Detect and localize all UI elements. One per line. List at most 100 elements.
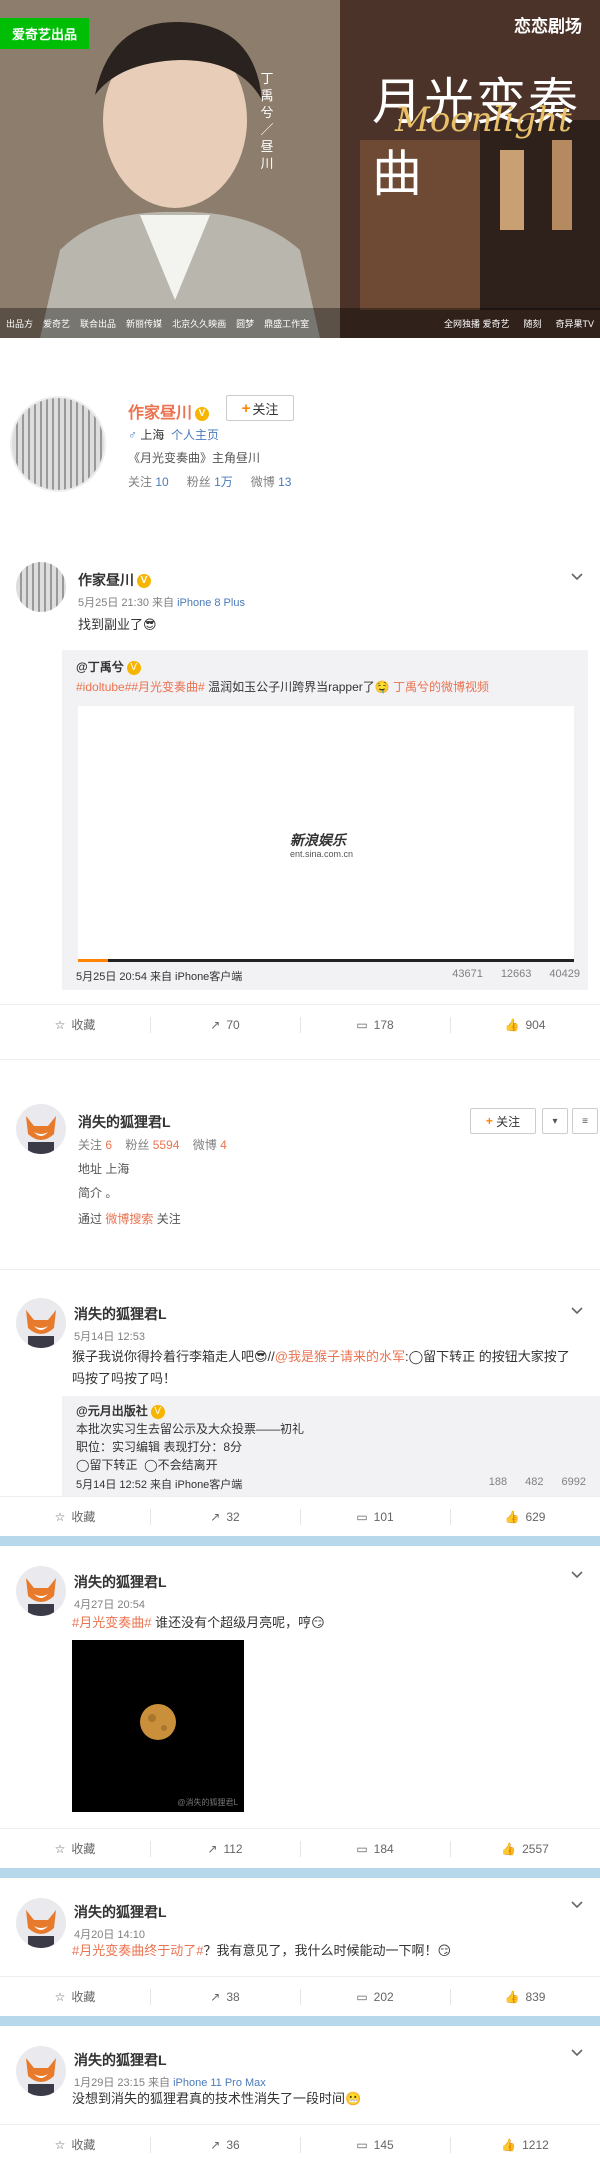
- comment-icon: ▭: [356, 1509, 368, 1524]
- comment-button[interactable]: ▭ 202: [300, 1977, 450, 2016]
- comment-button[interactable]: ▭ 184: [300, 1829, 450, 1868]
- like-button[interactable]: 👍 629: [450, 1497, 600, 1536]
- like-button[interactable]: 👍 839: [450, 1977, 600, 2016]
- avatar[interactable]: [16, 2046, 66, 2096]
- menu-icon[interactable]: ≡: [572, 1108, 598, 1134]
- verified-icon: V: [126, 660, 141, 675]
- chevron-down-icon[interactable]: [570, 570, 584, 584]
- favorite-button[interactable]: ☆ 收藏: [0, 1005, 150, 1044]
- star-icon: ☆: [54, 1989, 66, 2004]
- video-watermark: 新浪娱乐: [290, 832, 346, 848]
- homepage-link[interactable]: 个人主页: [171, 428, 219, 442]
- star-icon: ☆: [54, 2137, 66, 2152]
- like-button[interactable]: 👍 2557: [450, 1829, 600, 1868]
- share-icon: ↗: [210, 2137, 221, 2152]
- repost-options: ◯留下转正 ◯不会结离开: [76, 1458, 218, 1472]
- share-icon: ↗: [210, 1989, 221, 2004]
- stat-fans[interactable]: 粉丝 1万: [187, 473, 233, 490]
- action-bar: ☆ 收藏 ↗ 70 ▭ 178 👍 904: [0, 1004, 600, 1044]
- repost-block[interactable]: @丁禹兮 V #idoltube##月光变奏曲# 温润如玉公子川跨界当rapper…: [62, 650, 588, 990]
- follow-button[interactable]: + 关注: [470, 1108, 536, 1134]
- thumb-icon: 👍: [501, 1841, 517, 1856]
- favorite-button[interactable]: ☆ 收藏: [0, 1497, 150, 1536]
- favorite-button[interactable]: ☆ 收藏: [0, 2125, 150, 2164]
- avatar[interactable]: [16, 562, 66, 612]
- repost-meta: 5月14日 12:52 来自 iPhone客户端: [76, 1479, 243, 1491]
- stat-weibo[interactable]: 微博 13: [251, 473, 292, 490]
- share-icon: ↗: [210, 1017, 221, 1032]
- credits-bar: 出品方 爱奇艺 联合出品 新丽传媒 北京久久映画 圆梦 鼎盛工作室 全网独播 爱…: [0, 308, 600, 338]
- video-progress[interactable]: [78, 959, 574, 962]
- thumb-icon: 👍: [504, 1989, 520, 2004]
- comment-button[interactable]: ▭ 101: [300, 1497, 450, 1536]
- follow-button[interactable]: + 关注: [226, 395, 294, 421]
- repost-button[interactable]: ↗ 32: [150, 1497, 300, 1536]
- like-button[interactable]: 👍 1212: [450, 2125, 600, 2164]
- repost-button[interactable]: ↗ 38: [150, 1977, 300, 2016]
- repost-button[interactable]: ↗ 36: [150, 2125, 300, 2164]
- repost-meta: 5月25日 20:54 来自 iPhone客户端: [76, 971, 243, 983]
- weibo-post: 作家昼川 V 5月25日 21:30 来自 iPhone 8 Plus 找到副业了…: [0, 528, 600, 1060]
- repost-line: 本批次实习生去留公示及大众投票——初礼: [76, 1422, 305, 1436]
- post-text: 猴子我说你得拎着行李箱走人吧😎//@我是猴子请来的水军:◯留下转正 的按钮大家按…: [72, 1349, 570, 1386]
- favorite-button[interactable]: ☆ 收藏: [0, 1977, 150, 2016]
- character-name: 丁禹兮／昼川: [260, 71, 274, 171]
- weibo-post: 消失的狐狸君L 4月20日 14:10 #月光变奏曲终于动了#？我有意见了，我什…: [0, 1878, 600, 2026]
- post-meta: 5月14日 12:53: [74, 1331, 145, 1343]
- verified-icon: V: [150, 1404, 165, 1419]
- weibo-post: 消失的狐狸君L 1月29日 23:15 来自 iPhone 11 Pro Max…: [0, 2026, 600, 2168]
- like-button[interactable]: 👍 904: [450, 1005, 600, 1044]
- profile-intro: 《月光变奏曲》主角昼川: [128, 451, 261, 465]
- comment-button[interactable]: ▭ 145: [300, 2125, 450, 2164]
- comment-icon: ▭: [356, 2137, 368, 2152]
- avatar[interactable]: [16, 1298, 66, 1348]
- post-image[interactable]: @消失的狐狸君L: [72, 1640, 244, 1812]
- repost-text: #idoltube##月光变奏曲# 温润如玉公子川跨界当rapper了🤤 丁禹兮…: [76, 680, 490, 694]
- profile-name[interactable]: 消失的狐狸君L: [78, 1112, 171, 1132]
- chevron-down-icon[interactable]: [570, 1898, 584, 1912]
- repost-author[interactable]: @元月出版社: [76, 1404, 148, 1418]
- post-author[interactable]: 消失的狐狸君L: [74, 2050, 167, 2070]
- location: ♂ 上海 个人主页: [128, 428, 220, 442]
- comment-icon: ▭: [356, 1841, 368, 1856]
- favorite-button[interactable]: ☆ 收藏: [0, 1829, 150, 1868]
- repost-button[interactable]: ↗ 112: [150, 1829, 300, 1868]
- action-bar: ☆ 收藏 ↗ 38 ▭ 202 👍 839: [0, 1976, 600, 2016]
- moon-image: [140, 1704, 176, 1740]
- avatar[interactable]: [16, 1898, 66, 1948]
- video-watermark-sub: ent.sina.com.cn: [290, 849, 354, 859]
- verified-icon: V: [137, 574, 151, 589]
- post-text: 找到副业了😎: [78, 617, 157, 632]
- drama-banner: 爱奇艺出品 恋恋剧场 丁禹兮／昼川 月光变奏曲 Moonlight 出品方 爱奇…: [0, 0, 600, 338]
- separator: [0, 1536, 600, 1546]
- repost-button[interactable]: ↗ 70: [150, 1005, 300, 1044]
- profile-stats: 关注 6 粉丝 5594 微博 4: [78, 1138, 227, 1152]
- avatar[interactable]: [16, 1566, 66, 1616]
- post-author[interactable]: 消失的狐狸君L: [74, 1572, 167, 1592]
- iqiyi-badge: 爱奇艺出品: [0, 18, 90, 49]
- avatar[interactable]: [16, 1104, 66, 1154]
- profile-name[interactable]: 作家昼川 V: [128, 399, 210, 423]
- separator: [0, 2016, 600, 2026]
- post-author[interactable]: 作家昼川 V: [78, 570, 151, 590]
- comment-icon: ▭: [356, 1989, 368, 2004]
- share-icon: ↗: [210, 1509, 221, 1524]
- repost-block[interactable]: @元月出版社 V 本批次实习生去留公示及大众投票——初礼 职位：实习编辑 表现打分…: [62, 1396, 600, 1496]
- post-author[interactable]: 消失的狐狸君L: [74, 1304, 167, 1324]
- stat-follow[interactable]: 关注 10: [128, 473, 169, 490]
- chevron-down-icon[interactable]: [570, 1568, 584, 1582]
- video-player[interactable]: 新浪娱乐 ent.sina.com.cn: [78, 706, 574, 962]
- post-text: #月光变奏曲终于动了#？我有意见了，我什么时候能动一下啊！😏: [72, 1943, 452, 1958]
- action-bar: ☆ 收藏 ↗ 36 ▭ 145 👍 1212: [0, 2124, 600, 2164]
- repost-author[interactable]: @丁禹兮 V: [76, 658, 141, 676]
- chevron-down-icon[interactable]: [570, 1304, 584, 1318]
- separator: [0, 1868, 600, 1878]
- drama-title-en: Moonlight: [395, 100, 572, 140]
- avatar[interactable]: [10, 396, 106, 492]
- chevron-down-icon[interactable]: [570, 2046, 584, 2060]
- post-author[interactable]: 消失的狐狸君L: [74, 1902, 167, 1922]
- repost-stats: 188 482 6992: [488, 1476, 586, 1488]
- chevron-down-icon[interactable]: ▾: [542, 1108, 568, 1134]
- comment-button[interactable]: ▭ 178: [300, 1005, 450, 1044]
- share-icon: ↗: [207, 1841, 218, 1856]
